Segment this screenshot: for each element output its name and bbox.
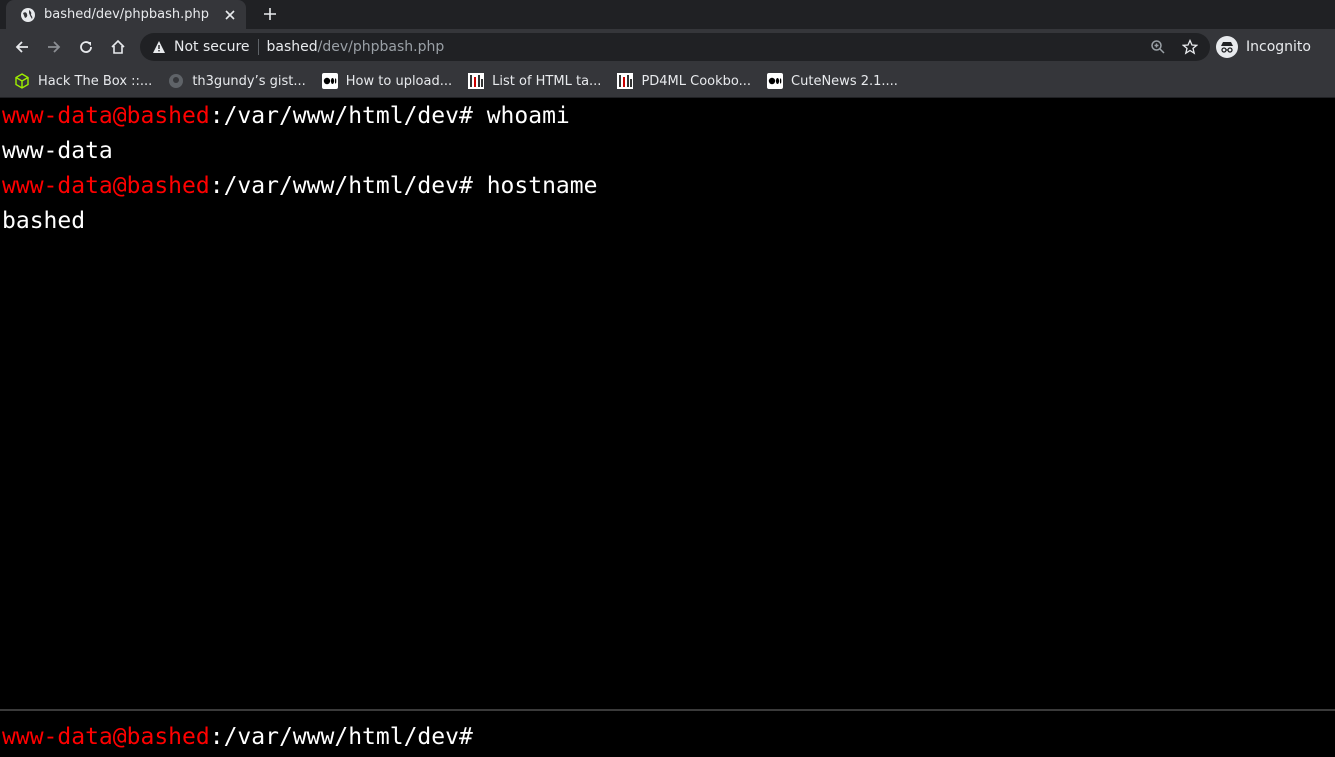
browser-toolbar: Not secure bashed/dev/phpbash.php Incogn… <box>0 29 1335 65</box>
url-path: /dev/phpbash.php <box>317 39 445 55</box>
terminal-line: bashed <box>2 204 1335 239</box>
prompt-user: www-data@bashed <box>2 103 210 129</box>
home-button[interactable] <box>104 33 132 61</box>
plus-icon <box>264 8 276 20</box>
output-text: bashed <box>2 208 86 234</box>
terminal-line: www-data <box>2 134 1335 169</box>
terminal-divider <box>0 709 1335 711</box>
security-label[interactable]: Not secure <box>174 39 250 55</box>
bookmark-item[interactable]: th3gundy’s gist... <box>162 68 311 94</box>
command-input[interactable] <box>472 719 1335 755</box>
htb-cube-icon <box>14 73 30 89</box>
terminal-line: www-data@bashed:/var/www/html/dev# hostn… <box>2 169 1335 204</box>
prompt-path: :/var/www/html/dev# <box>209 724 473 750</box>
bookmark-label: th3gundy’s gist... <box>192 73 306 89</box>
bookmark-label: How to upload... <box>345 73 453 89</box>
browser-tab[interactable]: bashed/dev/phpbash.php <box>6 0 246 29</box>
tab-title: bashed/dev/phpbash.php <box>44 7 210 22</box>
incognito-icon <box>1216 36 1238 58</box>
bookmark-item[interactable]: How to upload... <box>316 68 458 94</box>
bookmark-item[interactable]: CuteNews 2.1.... <box>761 68 904 94</box>
prompt-path: :/var/www/html/dev# <box>209 103 473 129</box>
bookmark-label: List of HTML ta... <box>492 73 602 89</box>
profile-button[interactable]: Incognito <box>1216 33 1326 61</box>
command-text: hostname <box>486 173 598 199</box>
prompt-user: www-data@bashed <box>2 724 210 750</box>
prompt-path: :/var/www/html/dev# <box>209 173 473 199</box>
home-icon <box>111 39 125 54</box>
arrow-left-icon <box>15 41 28 53</box>
github-icon <box>168 73 184 89</box>
bookmark-label: CuteNews 2.1.... <box>791 73 898 89</box>
command-input-row: www-data@bashed:/var/www/html/dev# <box>0 719 1335 755</box>
medium-icon <box>321 73 338 89</box>
medium-icon <box>767 73 784 89</box>
terminal-line: www-data@bashed:/var/www/html/dev# whoam… <box>2 99 1335 134</box>
bookmark-item[interactable]: PD4ML Cookbo... <box>611 68 757 94</box>
prompt-user: www-data@bashed <box>2 173 210 199</box>
url-host: bashed <box>266 39 318 55</box>
new-tab-button[interactable] <box>258 2 282 26</box>
pd4ml-icon <box>468 73 485 89</box>
omnibox-separator <box>257 39 259 55</box>
bookmark-label: PD4ML Cookbo... <box>641 73 752 89</box>
command-text: whoami <box>486 103 570 129</box>
close-tab-icon[interactable] <box>222 7 238 23</box>
warning-icon[interactable] <box>152 40 166 54</box>
bookmark-label: Hack The Box ::... <box>38 73 153 89</box>
reload-button[interactable] <box>72 33 100 61</box>
tab-strip: bashed/dev/phpbash.php <box>0 0 1335 29</box>
bookmark-star-icon[interactable] <box>1182 39 1198 55</box>
zoom-icon[interactable] <box>1150 39 1166 55</box>
terminal-output: www-data@bashed:/var/www/html/dev# whoam… <box>0 99 1335 709</box>
bookmark-item[interactable]: Hack The Box ::... <box>8 68 158 94</box>
back-button[interactable] <box>8 33 36 61</box>
bookmark-item[interactable]: List of HTML ta... <box>462 68 607 94</box>
arrow-right-icon <box>48 41 61 53</box>
reload-icon <box>80 41 92 53</box>
pd4ml-icon <box>617 73 634 89</box>
output-text: www-data <box>2 138 113 164</box>
address-bar[interactable]: Not secure bashed/dev/phpbash.php <box>140 33 1210 61</box>
bookmarks-bar: Hack The Box ::... th3gundy’s gist... Ho… <box>0 65 1335 98</box>
profile-label: Incognito <box>1246 39 1311 55</box>
forward-button[interactable] <box>40 33 68 61</box>
globe-icon <box>20 7 36 23</box>
